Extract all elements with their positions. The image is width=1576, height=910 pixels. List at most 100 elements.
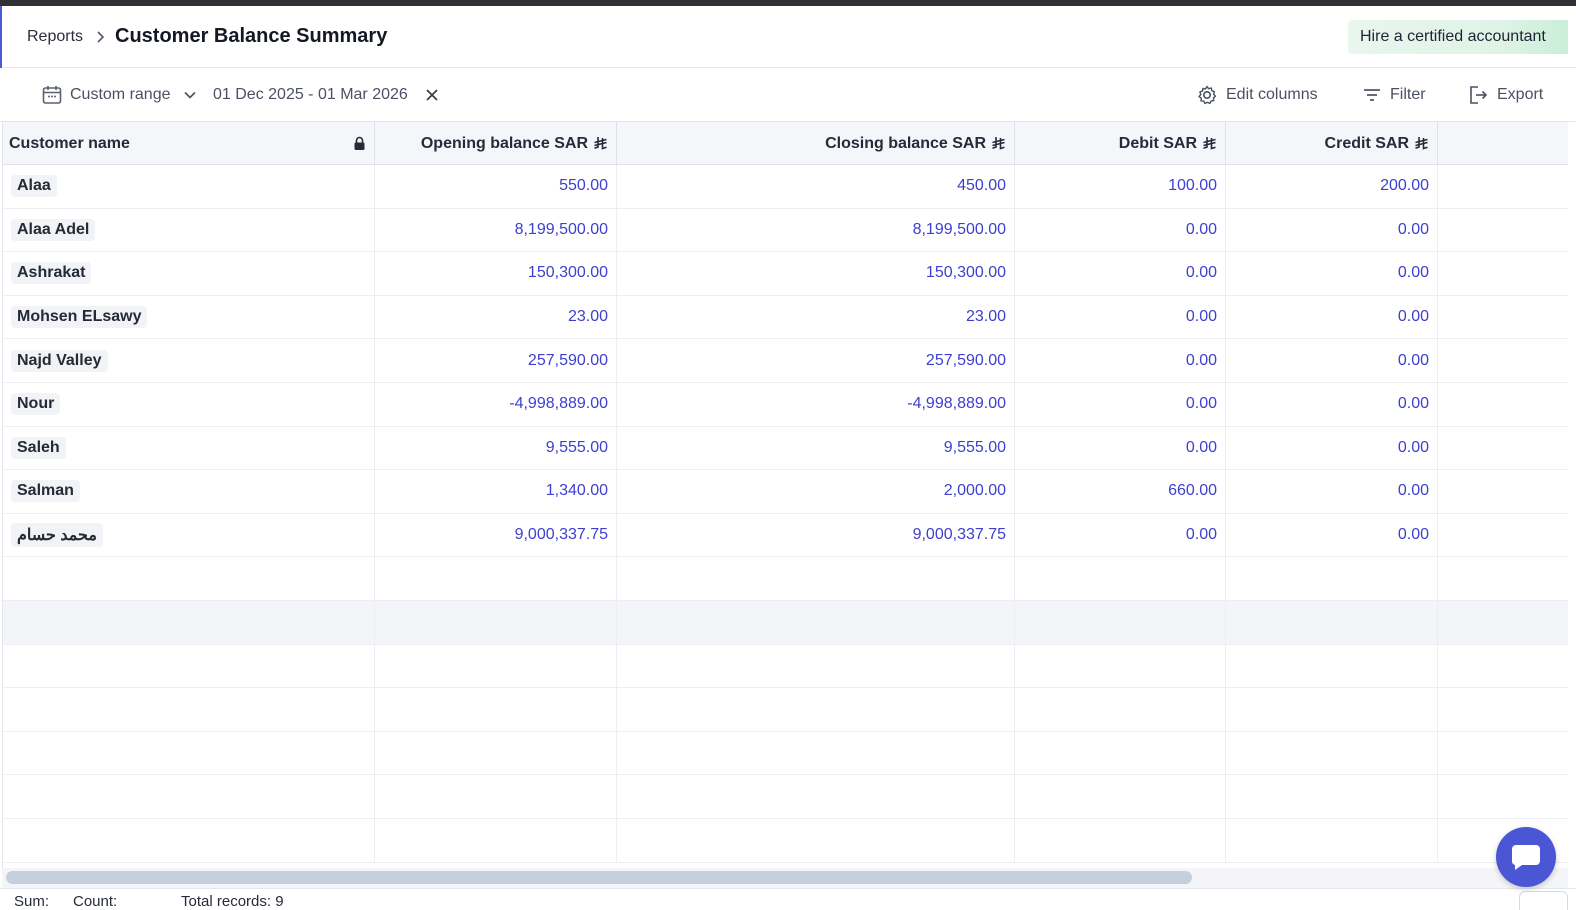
cell-credit: [1226, 819, 1438, 862]
edit-columns-label: Edit columns: [1226, 86, 1318, 103]
breadcrumb-reports[interactable]: Reports: [27, 28, 83, 46]
amount-value: 9,555.00: [943, 438, 1006, 456]
customer-name: Saleh: [11, 436, 66, 459]
column-label: Opening balance SAR: [420, 134, 588, 152]
cell-credit: 0.00: [1226, 339, 1438, 382]
amount-value: -4,998,889.00: [509, 395, 608, 413]
cell-debit: 0.00: [1015, 426, 1226, 470]
cell-debit: [1015, 601, 1226, 644]
sar-currency-icon: [594, 137, 607, 150]
edit-columns-button[interactable]: Edit columns: [1196, 68, 1318, 122]
table-row[interactable]: Ashrakat 150,300.00 150,300.00 0.00 0.00: [3, 252, 1568, 296]
horizontal-scrollbar[interactable]: [2, 868, 1568, 888]
empty-row: [3, 688, 1568, 732]
cell-extra: [1438, 732, 1568, 775]
page-header: Reports Customer Balance Summary Hire a …: [0, 6, 1576, 68]
cell-debit: 0.00: [1015, 295, 1226, 339]
amount-value: 0.00: [1185, 308, 1217, 326]
cell-closing: 450.00: [617, 165, 1015, 208]
chat-bubble-icon: [1511, 845, 1540, 870]
cell-name: Mohsen ELsawy: [3, 295, 375, 339]
cell-opening: [375, 775, 617, 818]
amount-value: 0.00: [1397, 308, 1429, 326]
cell-debit: 100.00: [1015, 165, 1226, 208]
cell-debit: 0.00: [1015, 513, 1226, 557]
table-row[interactable]: محمد حسام 9,000,337.75 9,000,337.75 0.00 0.0…: [3, 513, 1568, 558]
cell-closing: [617, 819, 1015, 862]
filter-icon: [1364, 89, 1380, 101]
range-selector[interactable]: Custom range: [41, 68, 197, 122]
column-header-closing-balance[interactable]: Closing balance SAR: [617, 122, 1015, 165]
date-range-value[interactable]: 01 Dec 2025 - 01 Mar 2026: [213, 68, 408, 122]
cell-closing: 23.00: [617, 295, 1015, 339]
corner-widget[interactable]: [1519, 891, 1568, 910]
clear-range-button[interactable]: [424, 68, 440, 122]
column-header-customer-name[interactable]: Customer name: [3, 122, 375, 165]
table-row[interactable]: Salman 1,340.00 2,000.00 660.00 0.00: [3, 470, 1568, 514]
cell-name: [3, 731, 375, 775]
cell-name: Alaa Adel: [3, 208, 375, 252]
export-icon: [1470, 86, 1488, 104]
cell-credit: 200.00: [1226, 165, 1438, 208]
amount-value: 0.00: [1185, 264, 1217, 282]
customer-name: محمد حسام: [11, 523, 103, 548]
table-row[interactable]: Najd Valley 257,590.00 257,590.00 0.00 0.00: [3, 339, 1568, 383]
scrollbar-thumb[interactable]: [6, 871, 1192, 884]
cell-opening: -4,998,889.00: [375, 383, 617, 426]
cell-name: [3, 775, 375, 818]
report-toolbar: Custom range 01 Dec 2025 - 01 Mar 2026 E…: [0, 68, 1576, 122]
cell-credit: [1226, 557, 1438, 600]
chat-button[interactable]: [1496, 827, 1556, 887]
cell-opening: 9,555.00: [375, 426, 617, 470]
empty-row: [3, 775, 1568, 819]
empty-row: [3, 731, 1568, 776]
table-row[interactable]: Alaa Adel 8,199,500.00 8,199,500.00 0.00 0.0…: [3, 208, 1568, 253]
cell-opening: [375, 557, 617, 600]
column-label: Debit SAR: [1118, 134, 1197, 152]
cell-opening: [375, 731, 617, 775]
export-button[interactable]: Export: [1467, 68, 1543, 122]
column-header-debit[interactable]: Debit SAR: [1015, 122, 1226, 165]
table-row[interactable]: Alaa 550.00 450.00 100.00 200.00: [3, 165, 1568, 209]
cell-credit: 0.00: [1226, 208, 1438, 252]
sar-currency-icon: [992, 137, 1005, 150]
amount-value: 0.00: [1185, 220, 1217, 238]
calendar-icon: [42, 86, 62, 104]
cell-debit: [1015, 819, 1226, 862]
table-footer: Sum: Count: Total records: 9: [0, 888, 1576, 910]
cell-extra: [1438, 296, 1568, 339]
amount-value: 660.00: [1168, 482, 1217, 500]
amount-value: 2,000.00: [943, 482, 1006, 500]
amount-value: 23.00: [965, 308, 1006, 326]
range-label: Custom range: [70, 86, 171, 103]
cell-opening: [375, 644, 617, 688]
cell-name: Ashrakat: [3, 252, 375, 295]
cell-closing: 9,555.00: [617, 426, 1015, 470]
column-header-opening-balance[interactable]: Opening balance SAR: [375, 122, 617, 165]
cell-extra: [1438, 165, 1568, 208]
cell-extra: [1438, 470, 1568, 513]
customer-name: Alaa Adel: [11, 218, 96, 241]
cell-extra: [1438, 427, 1568, 470]
column-header-credit[interactable]: Credit SAR: [1226, 122, 1438, 165]
table-row[interactable]: Saleh 9,555.00 9,555.00 0.00 0.00: [3, 426, 1568, 471]
cell-closing: [617, 644, 1015, 688]
close-icon: [426, 89, 438, 101]
hire-accountant-button[interactable]: Hire a certified accountant: [1348, 20, 1568, 54]
cell-debit: 0.00: [1015, 208, 1226, 252]
amount-value: 9,555.00: [545, 438, 608, 456]
amount-value: 150,300.00: [925, 264, 1006, 282]
cell-name: Alaa: [3, 165, 375, 208]
cell-name: [3, 557, 375, 600]
filter-button[interactable]: Filter: [1362, 68, 1426, 122]
cell-credit: [1226, 644, 1438, 688]
table-row[interactable]: Mohsen ELsawy 23.00 23.00 0.00 0.00: [3, 295, 1568, 340]
cell-credit: 0.00: [1226, 252, 1438, 295]
cell-closing: 2,000.00: [617, 470, 1015, 513]
cell-debit: 0.00: [1015, 383, 1226, 426]
table-row[interactable]: Nour -4,998,889.00 -4,998,889.00 0.00 0.00: [3, 383, 1568, 427]
balance-table: Customer name Opening balance SAR Closin…: [2, 122, 1568, 868]
cell-opening: 257,590.00: [375, 339, 617, 382]
cell-opening: 550.00: [375, 165, 617, 208]
amount-value: -4,998,889.00: [907, 395, 1006, 413]
